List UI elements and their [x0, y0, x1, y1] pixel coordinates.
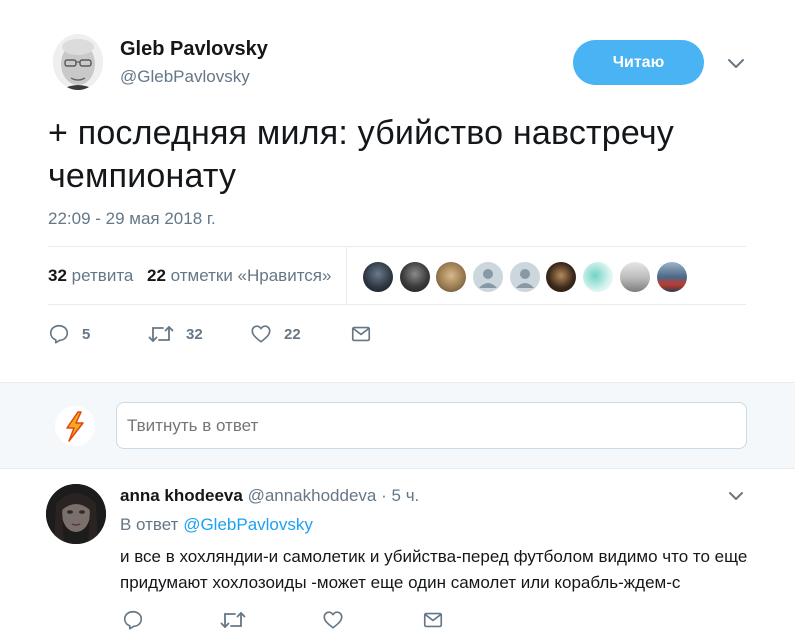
reply-reply-button[interactable]: [122, 608, 144, 632]
reply-button[interactable]: 5: [48, 322, 90, 346]
direct-message-button[interactable]: [350, 322, 372, 346]
reply-direct-message-button[interactable]: [422, 608, 444, 632]
liker-avatar[interactable]: [619, 262, 650, 292]
liker-avatar[interactable]: [363, 262, 393, 292]
liker-avatar[interactable]: [509, 262, 540, 292]
reply-count: 5: [82, 325, 91, 343]
reply-icon: [123, 610, 143, 630]
reply-text: и все в хохляндии-и самолетик и убийства…: [120, 547, 748, 592]
reply-separator: ·: [381, 486, 387, 505]
reply-author-avatar[interactable]: [46, 484, 106, 544]
author-handle[interactable]: @GlebPavlovsky: [120, 67, 250, 87]
likes-stat[interactable]: 22 отметки «Нравится»: [147, 266, 331, 286]
chevron-down-icon[interactable]: [726, 56, 746, 70]
in-reply-to: В ответ @GlebPavlovsky: [120, 515, 313, 535]
liker-avatar[interactable]: [436, 262, 467, 292]
chevron-down-icon[interactable]: [727, 490, 745, 502]
retweets-label: ретвита: [71, 266, 134, 285]
liker-avatar[interactable]: [583, 262, 614, 292]
reply-tweet: anna khodeeva @annakhoddeva · 5 ч. В отв…: [0, 470, 795, 639]
reply-input[interactable]: [116, 402, 747, 449]
reply-compose: [0, 382, 795, 469]
reply-icon: [49, 324, 69, 344]
reply-header: anna khodeeva @annakhoddeva · 5 ч.: [120, 486, 419, 506]
direct-message-icon: [423, 612, 443, 628]
main-tweet: Gleb Pavlovsky @GlebPavlovsky Читаю + по…: [0, 0, 795, 382]
reply-like-button[interactable]: [322, 608, 344, 632]
tweet-timestamp[interactable]: 22:09 - 29 мая 2018 г.: [48, 209, 216, 229]
stats-divider: [346, 247, 347, 305]
reply-author-handle[interactable]: @annakhoddeva: [248, 486, 377, 505]
author-avatar[interactable]: [53, 34, 103, 90]
liker-avatar[interactable]: [656, 262, 687, 292]
reply-retweet-button[interactable]: [220, 608, 246, 632]
like-icon: [251, 325, 271, 343]
tweet-stats: 32 ретвита 22 отметки «Нравится»: [48, 246, 746, 305]
likes-count: 22: [147, 266, 166, 285]
author-name[interactable]: Gleb Pavlovsky: [120, 38, 268, 61]
reply-time[interactable]: 5 ч.: [392, 486, 420, 505]
like-button[interactable]: 22: [250, 322, 301, 346]
retweet-icon: [220, 612, 246, 628]
liker-avatar[interactable]: [473, 262, 504, 292]
liker-avatars: [363, 262, 693, 292]
reply-author-name[interactable]: anna khodeeva: [120, 486, 243, 505]
likes-label: отметки «Нравится»: [170, 266, 332, 285]
liker-avatar[interactable]: [546, 262, 577, 292]
retweet-icon: [148, 326, 174, 342]
retweet-count: 32: [186, 325, 203, 343]
user-avatar[interactable]: [55, 406, 95, 446]
like-icon: [323, 611, 343, 629]
direct-message-icon: [351, 326, 371, 342]
retweet-button[interactable]: 32: [148, 322, 203, 346]
in-reply-handle-link[interactable]: @GlebPavlovsky: [183, 515, 313, 534]
liker-avatar[interactable]: [399, 262, 430, 292]
tweet-text: + последняя миля: убийство навстречу чем…: [48, 114, 675, 195]
following-button[interactable]: Читаю: [573, 40, 704, 85]
retweets-count: 32: [48, 266, 67, 285]
like-count: 22: [284, 325, 301, 343]
in-reply-prefix: В ответ: [120, 515, 179, 534]
retweets-stat[interactable]: 32 ретвита: [48, 266, 133, 286]
